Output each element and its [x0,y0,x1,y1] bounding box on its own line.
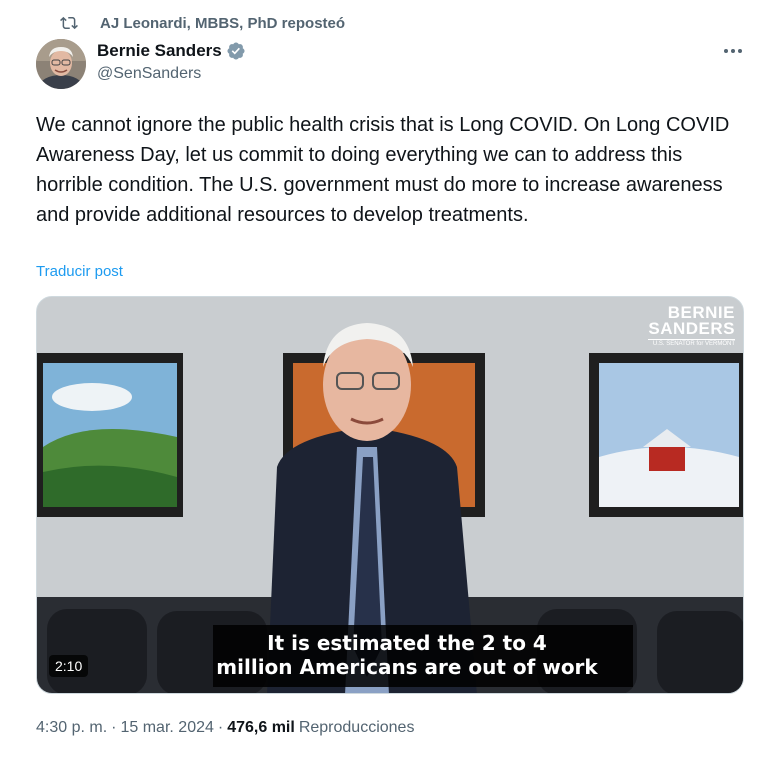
author-name[interactable]: Bernie Sanders [97,41,222,61]
repost-indicator[interactable]: AJ Leonardi, MBBS, PhD reposteó [60,12,346,34]
caption-line-1: It is estimated the 2 to 4 [267,631,547,655]
dot-icon [731,49,735,53]
meta-separator: · [217,719,224,736]
author-handle[interactable]: @SenSanders [97,65,201,83]
tweet-time[interactable]: 4:30 p. m. [36,719,107,737]
caption-line-2: million Americans are out of work [216,655,598,679]
watermark-subtitle: U.S. SENATOR for VERMONT [648,339,735,349]
repost-icon [60,16,78,30]
views-label: Reproducciones [298,719,415,736]
video-duration: 2:10 [49,655,89,677]
dot-icon [724,49,728,53]
tweet-text: We cannot ignore the public health crisi… [36,114,730,226]
author-name-row[interactable]: Bernie Sanders [97,40,246,62]
watermark-logo: BERNIE SANDERS U.S. SENATOR for VERMONT [648,304,735,349]
video-caption: It is estimated the 2 to 4 million Ameri… [187,631,627,679]
views-count[interactable]: 476,6 mil [227,719,295,737]
watermark-line: SANDERS [648,319,735,338]
video-player[interactable]: BERNIE SANDERS U.S. SENATOR for VERMONT … [36,296,744,694]
repost-text: AJ Leonardi, MBBS, PhD reposteó [100,14,346,32]
tweet-date[interactable]: 15 mar. 2024 [120,719,213,737]
verified-badge-icon [227,42,245,60]
translate-post-link[interactable]: Traducir post [36,263,123,280]
dot-icon [738,49,742,53]
avatar-image [36,39,86,89]
tweet-meta: 4:30 p. m. · 15 mar. 2024 · 476,6 mil Re… [36,719,414,737]
meta-separator: · [111,719,117,736]
more-options-button[interactable] [716,36,750,66]
avatar[interactable] [36,39,86,89]
